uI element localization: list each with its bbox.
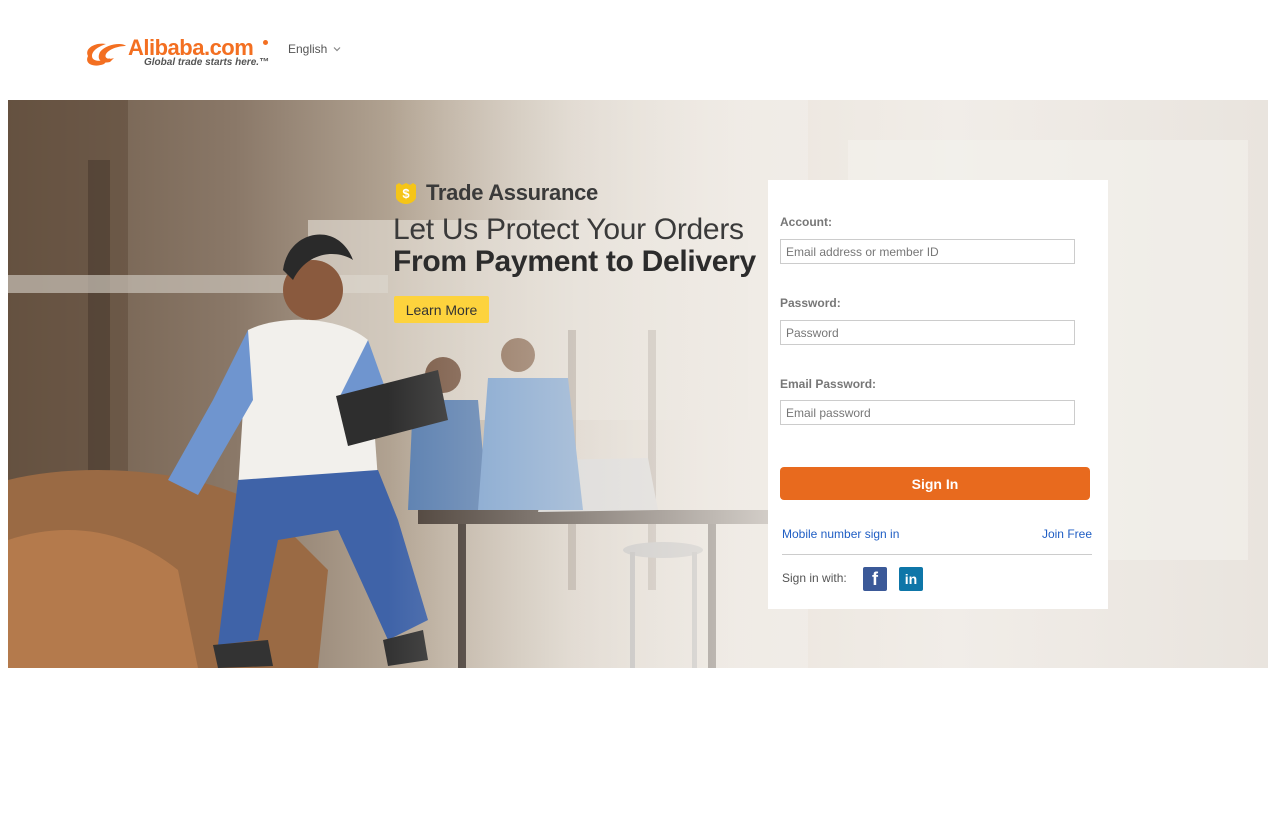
trade-assurance-shield-icon: $ <box>396 183 416 204</box>
mobile-sign-in-link[interactable]: Mobile number sign in <box>782 527 899 541</box>
site-header: Alibaba.com Global trade starts here.™ E… <box>0 0 1268 100</box>
learn-more-button[interactable]: Learn More <box>394 296 489 323</box>
hero-headline-line2: From Payment to Delivery <box>393 245 756 278</box>
hero-headline-line1: Let Us Protect Your Orders <box>393 213 744 246</box>
account-label: Account: <box>780 215 832 229</box>
alibaba-logo-mark-icon <box>87 43 126 66</box>
language-selector[interactable]: English <box>288 42 341 56</box>
email-password-input[interactable] <box>780 400 1075 425</box>
chevron-down-icon <box>333 47 341 52</box>
divider <box>782 554 1092 555</box>
alibaba-logo[interactable]: Alibaba.com Global trade starts here.™ <box>82 36 272 72</box>
sign-in-with-label: Sign in with: <box>782 571 847 585</box>
logo-dot <box>263 40 268 45</box>
hero-banner: $ Trade Assurance Let Us Protect Your Or… <box>8 100 1268 668</box>
trade-assurance-title: Trade Assurance <box>426 180 598 205</box>
language-label: English <box>288 42 328 56</box>
login-card: Account: Password: Email Password: Sign … <box>768 180 1108 609</box>
email-password-label: Email Password: <box>780 377 877 391</box>
logo-tagline: Global trade starts here.™ <box>144 57 270 68</box>
trade-assurance-badge: $ Trade Assurance <box>394 180 598 206</box>
account-input[interactable] <box>780 239 1075 264</box>
join-free-link[interactable]: Join Free <box>1042 527 1092 541</box>
password-label: Password: <box>780 296 841 310</box>
linkedin-icon[interactable]: in <box>899 567 923 591</box>
password-input[interactable] <box>780 320 1075 345</box>
svg-text:$: $ <box>402 186 410 201</box>
sign-in-button[interactable]: Sign In <box>780 467 1090 500</box>
facebook-icon[interactable]: f <box>863 567 887 591</box>
